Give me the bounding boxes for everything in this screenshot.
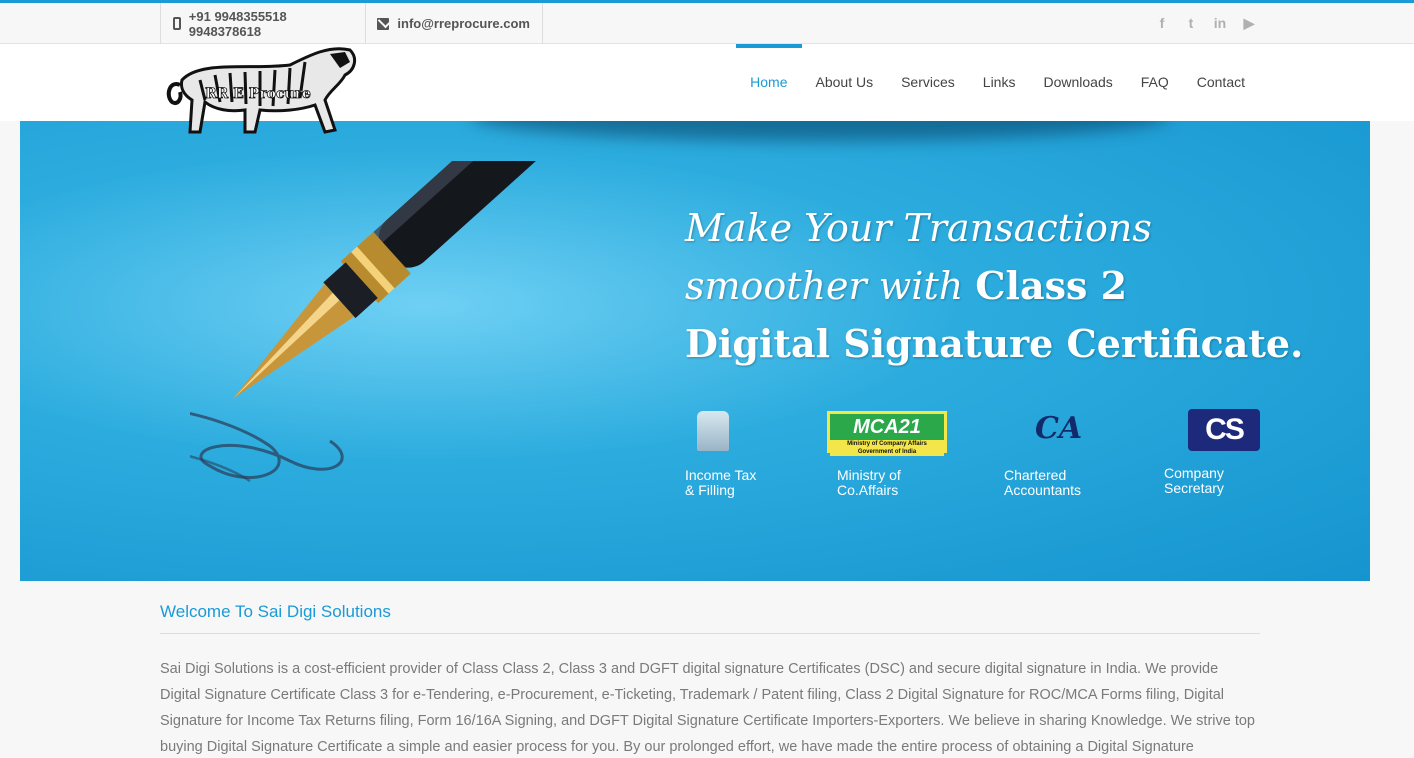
main-content: Welcome To Sai Digi Solutions Sai Digi S… xyxy=(160,581,1260,758)
national-emblem-icon xyxy=(697,411,729,451)
caption-line-1: Ministry of xyxy=(837,467,901,483)
mca21-logo-subtext: Ministry of Company Affairs Government o… xyxy=(830,440,944,456)
envelope-icon xyxy=(377,17,390,30)
email-contact[interactable]: info@rreprocure.com xyxy=(365,3,543,44)
logo-caption-mca: Ministry of Co.Affairs xyxy=(837,464,957,498)
headline-line-1: Make Your Transactions xyxy=(685,206,1152,250)
logo-text: RR E Procure xyxy=(205,86,311,102)
cs-logo: CS xyxy=(1188,409,1260,451)
nav-services[interactable]: Services xyxy=(887,44,969,121)
hero-banner: Make Your Transactions smoother with Cla… xyxy=(20,121,1370,581)
twitter-icon[interactable]: t xyxy=(1183,15,1199,32)
caption-line-2: Accountants xyxy=(1004,482,1082,498)
social-links: f t in ▶ xyxy=(1154,15,1257,32)
headline-line-2-bold: Class 2 xyxy=(975,263,1128,308)
intro-paragraph: Sai Digi Solutions is a cost-efficient p… xyxy=(160,661,1255,755)
nav-downloads[interactable]: Downloads xyxy=(1029,44,1126,121)
fountain-pen-illustration xyxy=(190,161,620,483)
logo-caption-cs: Company Secretary xyxy=(1164,462,1284,496)
headline-line-2: smoother with Class 2 xyxy=(685,257,1355,315)
banner-headline: Make Your Transactions smoother with Cla… xyxy=(685,199,1355,373)
caption-line-2: & Filling xyxy=(685,482,735,498)
nav-contact[interactable]: Contact xyxy=(1183,44,1259,121)
phone-contact[interactable]: +91 9948355518 9948378618 xyxy=(160,3,366,44)
caption-line-2: Secretary xyxy=(1164,480,1224,496)
mca21-logo: MCA21 Ministry of Company Affairs Governm… xyxy=(827,411,947,456)
logo-caption-ca: Chartered Accountants xyxy=(1004,464,1124,498)
caption-line-1: Company xyxy=(1164,465,1224,481)
phone-number: +91 9948355518 9948378618 xyxy=(188,8,287,39)
nav-home[interactable]: Home xyxy=(736,44,802,121)
mca21-logo-text: MCA21 xyxy=(853,416,921,438)
headline-line-3: Digital Signature Certificate. xyxy=(685,315,1355,373)
partner-logos: MCA21 Ministry of Company Affairs Governm… xyxy=(685,409,1305,499)
phone-icon xyxy=(173,17,181,30)
youtube-icon[interactable]: ▶ xyxy=(1241,15,1257,32)
headline-line-3-bold: Digital Signature Certificate. xyxy=(685,321,1304,366)
facebook-icon[interactable]: f xyxy=(1154,15,1170,32)
nav-about-us[interactable]: About Us xyxy=(802,44,888,121)
ca-logo: CA xyxy=(1035,411,1083,446)
banner-shadow xyxy=(470,121,1170,141)
top-bar: +91 9948355518 9948378618 info@rreprocur… xyxy=(0,0,1414,44)
tiger-logo[interactable]: RR E Procure xyxy=(160,40,360,140)
main-nav: Home About Us Services Links Downloads F… xyxy=(736,44,1259,121)
logo-caption-income-tax: Income Tax & Filling xyxy=(685,464,805,498)
caption-line-1: Chartered xyxy=(1004,467,1067,483)
nav-links[interactable]: Links xyxy=(969,44,1030,121)
email-address: info@rreprocure.com xyxy=(397,16,530,31)
caption-line-2: Co.Affairs xyxy=(837,482,899,498)
caption-line-1: Income Tax xyxy=(685,467,757,483)
welcome-heading: Welcome To Sai Digi Solutions xyxy=(160,602,1260,634)
headline-line-2-text: smoother with xyxy=(685,264,976,308)
nav-faq[interactable]: FAQ xyxy=(1127,44,1183,121)
linkedin-icon[interactable]: in xyxy=(1212,15,1228,32)
